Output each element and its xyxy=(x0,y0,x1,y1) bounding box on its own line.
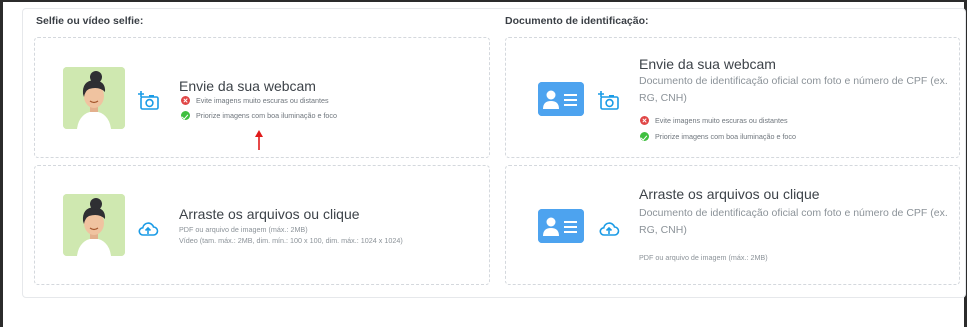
tip-text: Priorize imagens com boa iluminação e fo… xyxy=(655,132,797,141)
cloud-upload-icon[interactable] xyxy=(137,218,159,240)
selfie-upload-hint-2: Vídeo (tam. máx.: 2MB, dim. mín.: 100 x … xyxy=(179,236,403,245)
cloud-upload-icon[interactable] xyxy=(598,218,620,240)
id-card-icon xyxy=(538,82,584,116)
selfie-webcam-tip-error: Evite imagens muito escuras ou distantes xyxy=(181,96,329,105)
check-circle-icon xyxy=(640,132,649,141)
selfie-section-label: Selfie ou vídeo selfie: xyxy=(36,15,144,27)
document-webcam-description: Documento de identificação oficial com f… xyxy=(639,75,948,104)
red-arrow-icon xyxy=(255,130,263,150)
selfie-avatar-icon xyxy=(63,67,125,129)
x-circle-icon xyxy=(640,116,649,125)
check-circle-icon xyxy=(181,111,190,120)
selfie-webcam-title: Envie da sua webcam xyxy=(179,78,316,94)
add-camera-icon[interactable] xyxy=(598,88,620,110)
tip-text: Priorize imagens com boa iluminação e fo… xyxy=(196,111,338,120)
tip-text: Evite imagens muito escuras ou distantes xyxy=(655,116,788,125)
document-upload-description: Documento de identificação oficial com f… xyxy=(639,207,948,236)
selfie-upload-title: Arraste os arquivos ou clique xyxy=(179,206,360,222)
document-section-label: Documento de identificação: xyxy=(505,15,649,27)
selfie-upload-hint-1: PDF ou arquivo de imagem (máx.: 2MB) xyxy=(179,225,308,234)
document-upload-title: Arraste os arquivos ou clique xyxy=(639,186,820,202)
window-left-edge xyxy=(0,0,3,327)
id-card-icon xyxy=(538,209,584,243)
selfie-upload-zone[interactable]: Arraste os arquivos ou clique PDF ou arq… xyxy=(34,165,490,285)
selfie-webcam-tip-ok: Priorize imagens com boa iluminação e fo… xyxy=(181,111,337,120)
window-top-edge xyxy=(0,0,967,2)
tip-text: Evite imagens muito escuras ou distantes xyxy=(196,96,329,105)
document-webcam-tip-ok: Priorize imagens com boa iluminação e fo… xyxy=(640,132,796,141)
x-circle-icon xyxy=(181,96,190,105)
document-webcam-title: Envie da sua webcam xyxy=(639,56,776,72)
document-webcam-tip-error: Evite imagens muito escuras ou distantes xyxy=(640,116,788,125)
document-upload-zone[interactable]: Arraste os arquivos ou clique Documento … xyxy=(505,165,960,285)
selfie-avatar-icon xyxy=(63,194,125,256)
add-camera-icon[interactable] xyxy=(138,88,160,110)
document-upload-hint: PDF ou arquivo de imagem (máx.: 2MB) xyxy=(639,253,768,262)
document-webcam-zone[interactable]: Envie da sua webcam Documento de identif… xyxy=(505,37,960,158)
